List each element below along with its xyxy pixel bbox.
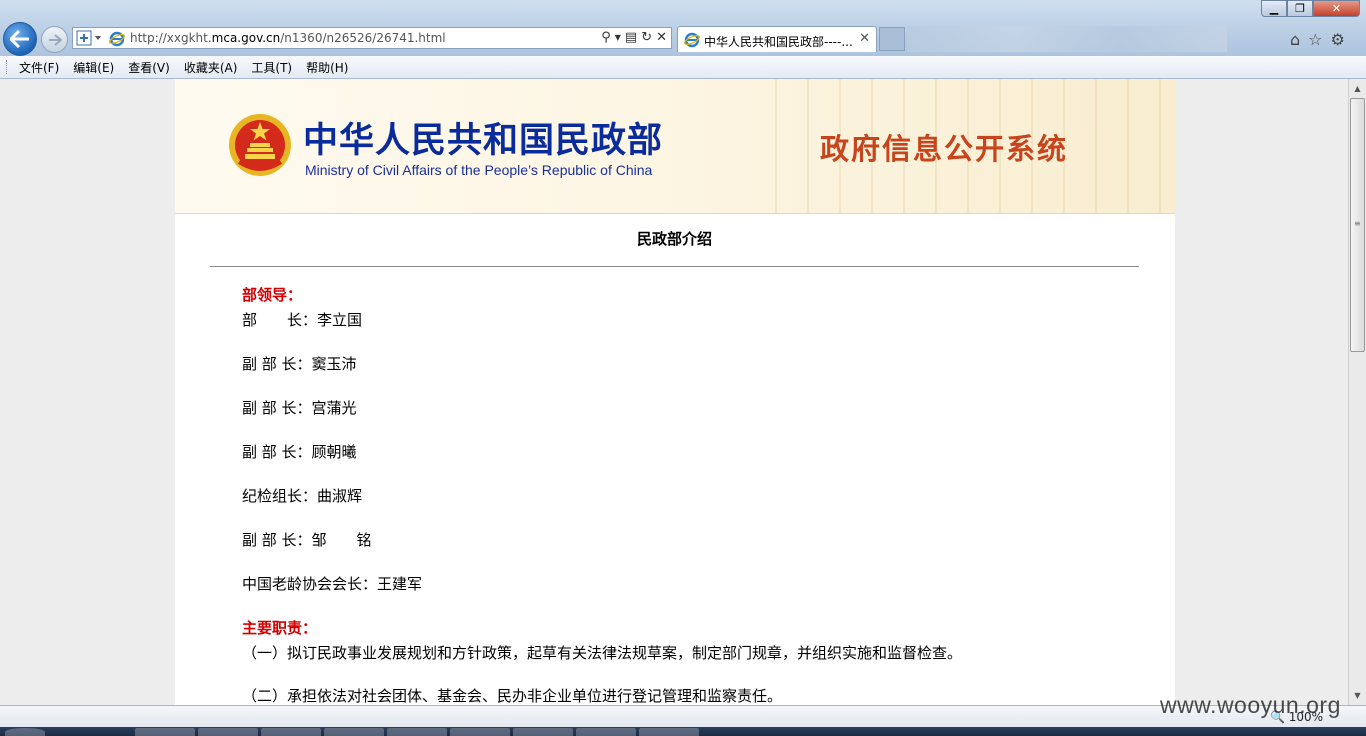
compatibility-view-icon[interactable] (76, 30, 102, 46)
tab-active[interactable]: 中华人民共和国民政部----... ✕ (677, 26, 877, 52)
page-body: 中华人民共和国民政部 Ministry of Civil Affairs of … (175, 79, 1175, 705)
leader-item: 副 部 长：宫蒲光 (242, 399, 357, 417)
leader-item: 中国老龄协会会长：王建军 (242, 575, 423, 593)
address-url[interactable]: http://xxgkht.mca.gov.cn/n1360/n26526/26… (130, 31, 446, 45)
leader-item: 副 部 长：窦玉沛 (242, 355, 357, 373)
scroll-thumb[interactable]: ≡ (1350, 98, 1365, 352)
menu-bar: 文件(F) 编辑(E) 查看(V) 收藏夹(A) 工具(T) 帮助(H) (0, 56, 1366, 79)
menu-help[interactable]: 帮助(H) (299, 59, 355, 76)
national-emblem-icon (229, 114, 291, 176)
site-banner: 中华人民共和国民政部 Ministry of Civil Affairs of … (175, 79, 1175, 214)
favorites-star-icon[interactable]: ☆ (1308, 30, 1322, 49)
start-button[interactable] (5, 728, 45, 736)
taskbar-item[interactable] (513, 728, 573, 736)
back-button[interactable] (3, 22, 37, 56)
taskbar-item[interactable] (387, 728, 447, 736)
ie-page-icon (109, 31, 125, 47)
address-tools: ⚲ ▼ ▤ ↻ ✕ (601, 30, 667, 45)
duties-heading: 主要职责： (242, 619, 318, 637)
windows-taskbar (0, 727, 1366, 736)
forward-button[interactable] (41, 26, 68, 53)
taskbar-item[interactable] (261, 728, 321, 736)
settings-gear-icon[interactable]: ⚙ (1331, 30, 1345, 49)
close-window-button[interactable]: ✕ (1313, 0, 1360, 17)
vertical-scrollbar[interactable]: ▲ ≡ ▼ (1348, 79, 1366, 705)
forward-arrow-icon (48, 33, 62, 46)
title-divider (210, 266, 1139, 267)
org-name-chinese: 中华人民共和国民政部 (303, 120, 664, 161)
browser-toolbar: http://xxgkht.mca.gov.cn/n1360/n26526/26… (0, 0, 1366, 56)
menu-tools[interactable]: 工具(T) (244, 59, 299, 76)
url-prefix: http://xxgkht. (130, 31, 212, 45)
home-icon[interactable]: ⌂ (1290, 30, 1300, 49)
browser-right-icons: ⌂ ☆ ⚙ (1290, 30, 1345, 49)
article-title: 民政部介绍 (636, 230, 712, 248)
taskbar-item[interactable] (576, 728, 636, 736)
taskbar-item[interactable] (135, 728, 195, 736)
taskbar-item[interactable] (198, 728, 258, 736)
system-name: 政府信息公开系统 (820, 132, 1069, 166)
menu-favorites[interactable]: 收藏夹(A) (177, 59, 245, 76)
menu-view[interactable]: 查看(V) (121, 59, 177, 76)
menu-file[interactable]: 文件(F) (12, 59, 66, 76)
scroll-down-icon[interactable]: ▼ (1350, 687, 1365, 704)
back-arrow-icon (10, 30, 29, 48)
duty-item: （一）拟订民政事业发展规划和方针政策，起草有关法律法规草案，制定部门规章，并组织… (242, 644, 963, 662)
watermark-text: www.wooyun.org (1160, 692, 1341, 718)
stop-icon[interactable]: ✕ (656, 30, 667, 45)
tab-title: 中华人民共和国民政部----... (704, 35, 853, 49)
leader-item: 部 长：李立国 (242, 311, 363, 329)
ie-tab-icon (684, 32, 700, 48)
url-domain: mca.gov.cn (211, 31, 281, 45)
url-path: /n1360/n26526/26741.html (280, 31, 446, 45)
address-bar[interactable]: http://xxgkht.mca.gov.cn/n1360/n26526/26… (72, 27, 672, 49)
maximize-button[interactable]: ❐ (1287, 0, 1313, 17)
duty-item: （二）承担依法对社会团体、基金会、民办非企业单位进行登记管理和监察责任。 (242, 687, 783, 705)
leader-item: 副 部 长：邹 铭 (242, 531, 372, 549)
refresh-icon[interactable]: ↻ (641, 30, 652, 45)
background-tabs (907, 26, 1227, 52)
search-icon[interactable]: ⚲ (601, 30, 611, 45)
menu-grip (6, 60, 10, 74)
minimize-button[interactable]: ▁ (1261, 0, 1287, 17)
scroll-up-icon[interactable]: ▲ (1350, 80, 1365, 97)
compatibility-icon[interactable]: ▤ (625, 30, 637, 45)
page-viewport[interactable]: 中华人民共和国民政部 Ministry of Civil Affairs of … (0, 79, 1348, 705)
tab-close-icon[interactable]: ✕ (859, 31, 870, 46)
taskbar-item[interactable] (450, 728, 510, 736)
leader-item: 纪检组长：曲淑辉 (242, 487, 363, 505)
leaders-heading: 部领导： (242, 286, 303, 304)
dropdown-icon[interactable]: ▼ (615, 33, 621, 42)
taskbar-item[interactable] (639, 728, 699, 736)
new-tab-button[interactable] (879, 27, 905, 51)
menu-edit[interactable]: 编辑(E) (66, 59, 121, 76)
leader-item: 副 部 长：顾朝曦 (242, 443, 357, 461)
org-name-english: Ministry of Civil Affairs of the People’… (305, 162, 653, 178)
taskbar-item[interactable] (324, 728, 384, 736)
